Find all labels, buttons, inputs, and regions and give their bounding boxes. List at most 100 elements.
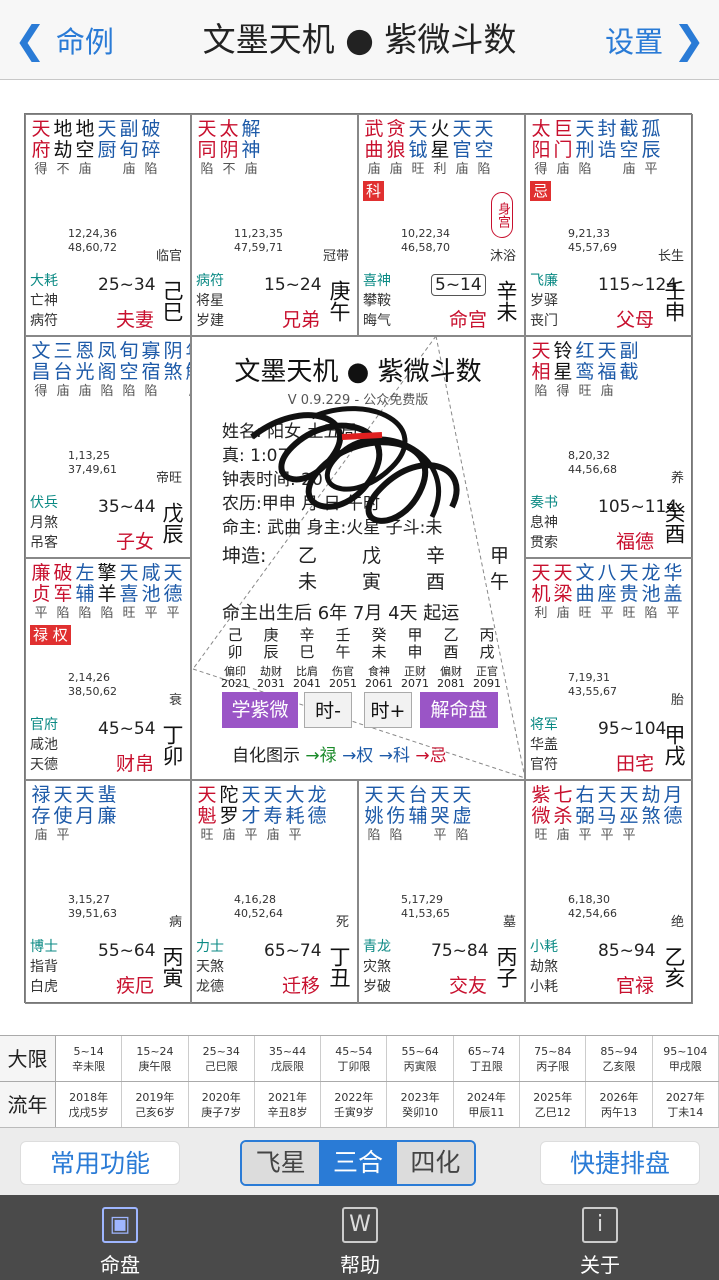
palace-官禄[interactable]: 紫微旺七杀庙右弼平天马平天巫平劫煞月德 6,18,30 42,54,66 绝小耗 劫煞小… [525, 780, 693, 1004]
daxian-cell[interactable]: 55~64 丙寅限 [387, 1036, 454, 1081]
star: 月德 [662, 785, 684, 844]
palace-name: 田宅 [616, 753, 655, 775]
star: 天府得 [30, 119, 52, 178]
changsheng-label: 沐浴 [489, 249, 516, 264]
star-name: 天才 [241, 784, 261, 827]
segment-四化[interactable]: 四化 [396, 1142, 474, 1184]
common-functions-button[interactable]: 常用功能 [20, 1141, 180, 1185]
liunian-cell[interactable]: 2021年 辛丑8岁 [255, 1082, 322, 1127]
daxian-cell[interactable]: 25~34 己巳限 [189, 1036, 255, 1081]
star-brightness: 庙 [556, 162, 570, 177]
star-name: 大耗 [285, 784, 305, 827]
palace-兄弟[interactable]: 天同陷太阴不解神庙 11,23,35 47,59,71 冠带 病符 将星 岁建 15~24 兄弟… [191, 114, 358, 336]
liunian-cell[interactable]: 2027年 丁未14 [653, 1082, 719, 1127]
star-name: 天姚 [364, 784, 384, 827]
palace-name: 兄弟 [282, 309, 321, 331]
jiangqian-star: 岁驿 [530, 293, 558, 309]
star-brightness: 旺 [578, 606, 592, 621]
palace-命宫[interactable]: 武曲庙贪狼庙天钺旺火星利天官庙天空陷科身宫 10,22,34 46,58,70 沐浴喜… [358, 114, 525, 336]
daxian-cell[interactable]: 45~54 丁卯限 [321, 1036, 388, 1081]
quick-chart-button[interactable]: 快捷排盘 [540, 1141, 700, 1185]
palace-name: 迁移 [282, 975, 321, 997]
learn-ziwei-button[interactable]: 学紫微 [222, 692, 298, 728]
ganzhi-label: 丁卯 [160, 724, 184, 766]
daxian-cell[interactable]: 15~24 庚午限 [122, 1036, 189, 1081]
star: 地劫不 [52, 119, 74, 178]
palace-name: 财帛 [116, 753, 155, 775]
boshi-star: 博士 [30, 939, 58, 955]
star-list: 天府得地劫不地空庙天厨副旬庙破碎陷 [30, 119, 162, 178]
daxian-cell[interactable]: 75~84 丙子限 [520, 1036, 587, 1081]
star-brightness: 陷 [200, 162, 214, 177]
palace-福德[interactable]: 天相陷铃星得红鸾旺天福庙副截 8,20,32 44,56,68 养奏书 息神 贯索 105~… [525, 336, 693, 558]
palace-迁移[interactable]: 天魁旺陀罗庙天才平天寿庙大耗平龙德 4,16,28 40,52,64 死力士 天煞 龙德 6… [191, 780, 358, 1004]
daxian-cell[interactable]: 95~104 甲戌限 [653, 1036, 719, 1081]
jiangqian-star: 劫煞 [530, 959, 558, 975]
star-name: 华盖 [663, 562, 683, 605]
liunian-cell[interactable]: 2019年 己亥6岁 [122, 1082, 189, 1127]
star-name: 副旬 [119, 118, 139, 161]
star-name: 阴煞 [163, 340, 183, 383]
star: 红鸾旺 [574, 341, 596, 400]
hour-minus-button[interactable]: 时- [304, 692, 352, 728]
palace-父母[interactable]: 太阳得巨门庙天刑陷封诰截空庙孤辰平忌 9,21,33 45,57,69 长生 飞廉 岁驿丧… [525, 114, 693, 336]
star-name: 天梁 [553, 562, 573, 605]
jiangqian-star: 攀鞍 [363, 293, 391, 309]
segment-飞星[interactable]: 飞星 [242, 1142, 320, 1184]
segment-三合[interactable]: 三合 [319, 1142, 397, 1184]
star-name: 紫微 [531, 784, 551, 827]
liunian-cell[interactable]: 2025年 乙巳12 [520, 1082, 587, 1127]
bazi-branch: 未 [298, 571, 318, 593]
tab-label: 帮助 [340, 1253, 380, 1277]
liunian-cell[interactable]: 2024年 甲辰11 [454, 1082, 521, 1127]
star: 天姚陷 [363, 785, 385, 844]
redaction-scribble [250, 406, 460, 524]
star-name: 地空 [75, 118, 95, 161]
star-name: 陀罗 [219, 784, 239, 827]
star: 天相陷 [530, 341, 552, 400]
settings-button[interactable]: 设置 ❯ [605, 18, 705, 62]
star-list: 天相陷铃星得红鸾旺天福庙副截 [530, 341, 640, 400]
palace-财帛[interactable]: 廉贞平破军陷左辅陷擎羊陷天喜旺咸池平天德平禄 权 2,14,26 38,50,62 衰… [25, 558, 191, 780]
age-numbers: 11,23,35 47,59,71 [234, 227, 283, 254]
palace-田宅[interactable]: 天机利天梁庙文曲旺八座平天贵旺龙池陷华盖平 7,19,31 43,55,67 胎将军华… [525, 558, 693, 780]
changsheng-label: 衰 [168, 693, 182, 708]
palace-夫妻[interactable]: 天府得地劫不地空庙天厨副旬庙破碎陷 12,24,36 48,60,72 临官 大耗 亡神病… [25, 114, 191, 336]
star-brightness: 庙 [244, 162, 258, 177]
star-name: 天马 [597, 784, 617, 827]
changsheng-label: 养 [670, 471, 684, 486]
star: 廉贞平 [30, 563, 52, 622]
hour-plus-button[interactable]: 时+ [364, 692, 412, 728]
settings-label: 设置 [605, 25, 664, 59]
star-brightness: 陷 [367, 828, 381, 843]
daxian-cell[interactable]: 85~94 乙亥限 [586, 1036, 653, 1081]
dayun-branch: 午 [335, 643, 351, 661]
tab-帮助[interactable]: W 帮助 [300, 1195, 420, 1280]
star-name: 天福 [597, 340, 617, 383]
jiangqian-star: 月煞 [30, 515, 58, 531]
daxian-cell[interactable]: 5~14 辛未限 [56, 1036, 123, 1081]
liunian-cell[interactable]: 2022年 壬寅9岁 [321, 1082, 388, 1127]
star-brightness: 庙 [600, 384, 614, 399]
palace-疾厄[interactable]: 禄存庙天使平天月蜚廉 3,15,27 39,51,63 病博士 指背 白虎 55~64 疾厄丙… [25, 780, 191, 1004]
liunian-cell[interactable]: 2026年 丙午13 [586, 1082, 653, 1127]
palace-子女[interactable]: 文昌得三台庙恩光庙凤阁陷旬空陷寡宿陷阴煞年解庙1,13,2537,49,61帝旺… [25, 336, 191, 558]
star: 天官庙 [451, 119, 473, 178]
range-text: 85~94 [598, 941, 656, 961]
star: 天马平 [596, 785, 618, 844]
tab-关于[interactable]: i 关于 [540, 1195, 660, 1280]
liunian-cell[interactable]: 2018年 戊戌5岁 [56, 1082, 123, 1127]
suiqian-star: 吊客 [30, 535, 58, 551]
range-text: 95~104 [598, 719, 667, 739]
star-brightness: 庙 [556, 828, 570, 843]
daxian-cell[interactable]: 65~74 丁丑限 [454, 1036, 521, 1081]
liunian-cell[interactable]: 2023年 癸卯10 [387, 1082, 454, 1127]
star-brightness: 平 [34, 606, 48, 621]
star-brightness: 陷 [534, 384, 548, 399]
liunian-cell[interactable]: 2020年 庚子7岁 [189, 1082, 255, 1127]
interpret-chart-button[interactable]: 解命盘 [420, 692, 498, 728]
palace-交友[interactable]: 天姚陷天伤陷台辅天哭平天虚陷 5,17,29 41,53,65 墓青龙 灾煞 岁破 75~8… [358, 780, 525, 1004]
boshi-star: 病符 [196, 273, 224, 289]
daxian-cell[interactable]: 35~44 戊辰限 [255, 1036, 322, 1081]
tab-命盘[interactable]: ▣ 命盘 [60, 1195, 180, 1280]
